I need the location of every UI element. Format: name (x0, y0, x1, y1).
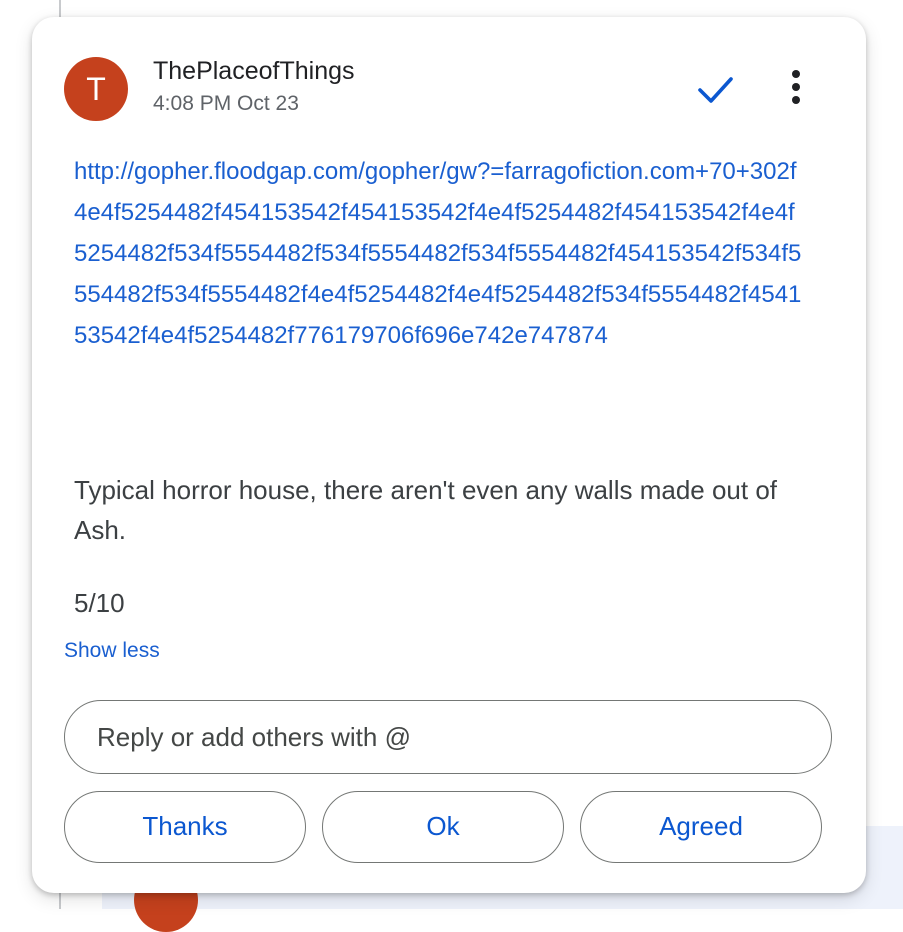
checkmark-icon (698, 77, 733, 103)
comment-link[interactable]: http://gopher.floodgap.com/gopher/gw?=fa… (74, 151, 804, 356)
comment-rating: 5/10 (74, 588, 125, 618)
reply-input[interactable] (64, 700, 832, 774)
suggestion-agreed-button[interactable]: Agreed (580, 791, 822, 863)
suggestion-ok-button[interactable]: Ok (322, 791, 564, 863)
more-options-button[interactable] (774, 63, 818, 115)
author-name: ThePlaceofThings (153, 57, 355, 85)
comment-card: T ThePlaceofThings 4:08 PM Oct 23 http:/… (32, 17, 866, 893)
suggestion-thanks-button[interactable]: Thanks (64, 791, 306, 863)
more-vertical-icon (792, 70, 800, 104)
resolve-button[interactable] (690, 63, 742, 115)
comment-body: Typical horror house, there aren't even … (74, 475, 778, 545)
author-avatar: T (64, 57, 128, 121)
show-less-link[interactable]: Show less (64, 639, 160, 663)
comment-timestamp: 4:08 PM Oct 23 (153, 92, 299, 115)
